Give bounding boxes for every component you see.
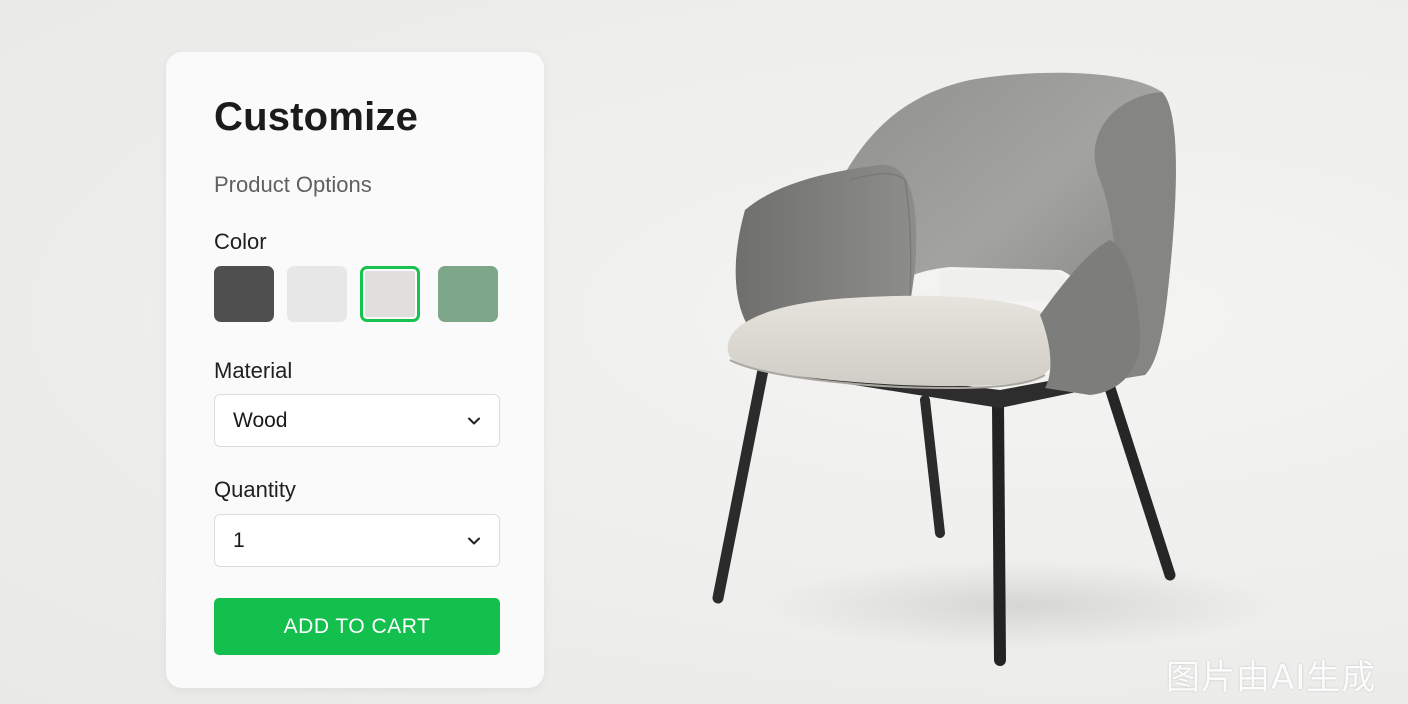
- quantity-select-value: 1: [233, 529, 245, 552]
- color-swatch-sage-green[interactable]: [438, 266, 498, 322]
- chair-product-image: [712, 72, 1176, 666]
- panel-subtitle: Product Options: [214, 172, 372, 197]
- chevron-down-icon: [468, 417, 480, 425]
- material-label: Material: [214, 358, 293, 383]
- add-to-cart-button[interactable]: ADD TO CART: [214, 598, 500, 655]
- chevron-down-icon: [468, 537, 480, 545]
- color-swatches: [214, 266, 504, 324]
- quantity-label: Quantity: [214, 477, 296, 502]
- color-swatch-light-gray[interactable]: [287, 266, 347, 322]
- material-select[interactable]: Wood: [214, 394, 500, 447]
- quantity-select[interactable]: 1: [214, 514, 500, 567]
- ai-generated-watermark: 图片由AI生成: [1166, 658, 1377, 698]
- color-swatch-charcoal[interactable]: [214, 266, 274, 322]
- material-select-value: Wood: [233, 409, 288, 432]
- panel-title: Customize: [214, 95, 419, 139]
- customize-panel: Customize Product Options Color Material…: [166, 52, 544, 688]
- color-swatch-beige[interactable]: [360, 266, 420, 322]
- color-label: Color: [214, 229, 267, 254]
